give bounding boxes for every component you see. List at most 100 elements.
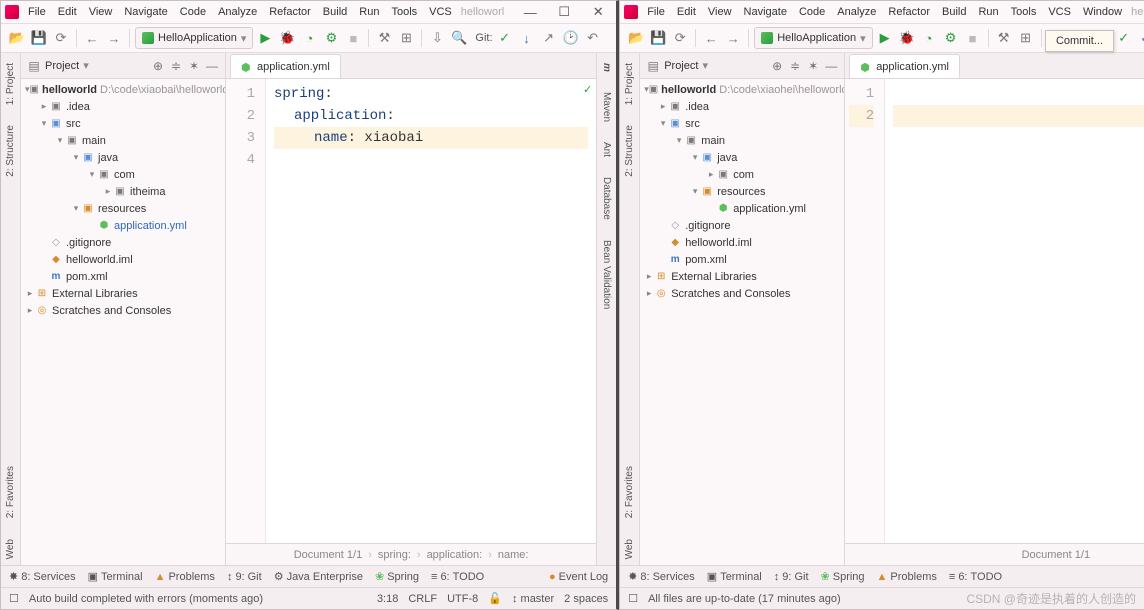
run-config-selector[interactable]: HelloApplication ▾ xyxy=(754,27,872,49)
menu-tools[interactable]: Tools xyxy=(388,5,420,19)
tree-com[interactable]: com xyxy=(733,169,754,181)
menu-code[interactable]: Code xyxy=(796,5,828,19)
analysis-ok-icon[interactable]: ✓ xyxy=(583,83,592,97)
cursor-pos[interactable]: 3:18 xyxy=(377,593,398,605)
encoding[interactable]: UTF-8 xyxy=(447,593,478,605)
menu-window[interactable]: Window xyxy=(1080,5,1125,19)
git-update-icon[interactable]: ↓ xyxy=(517,28,537,48)
menu-navigate[interactable]: Navigate xyxy=(741,5,790,19)
menu-analyze[interactable]: Analyze xyxy=(834,5,879,19)
git-pull-icon[interactable]: ⇩ xyxy=(427,28,447,48)
tab-favorites[interactable]: 2: Favorites xyxy=(622,460,637,524)
tree-iml[interactable]: helloworld.iml xyxy=(66,254,133,266)
open-icon[interactable]: 📂 xyxy=(626,28,646,48)
tw-git[interactable]: ↕ 9: Git xyxy=(774,571,809,583)
git-revert-icon[interactable]: ↶ xyxy=(583,28,603,48)
refresh-icon[interactable]: ⟳ xyxy=(51,28,71,48)
tree-scratches[interactable]: Scratches and Consoles xyxy=(671,288,790,300)
indent[interactable]: 2 spaces xyxy=(564,593,608,605)
locate-icon[interactable]: ⊕ xyxy=(770,59,784,73)
tab-maven-label[interactable]: Maven xyxy=(599,86,614,128)
maximize-button[interactable]: ☐ xyxy=(550,4,578,20)
run-config-selector[interactable]: HelloApplication ▾ xyxy=(135,27,253,49)
tree-src[interactable]: src xyxy=(685,118,700,130)
save-icon[interactable]: 💾 xyxy=(29,28,49,48)
struct-icon[interactable]: ⊞ xyxy=(396,28,416,48)
run-icon[interactable]: ▶ xyxy=(875,28,895,48)
menu-edit[interactable]: Edit xyxy=(674,5,699,19)
menu-run[interactable]: Run xyxy=(356,5,382,19)
tree-resources[interactable]: resources xyxy=(98,203,146,215)
tree-itheima[interactable]: itheima xyxy=(130,186,165,198)
debug-icon[interactable]: 🐞 xyxy=(897,28,917,48)
run-icon[interactable]: ▶ xyxy=(255,28,275,48)
build-icon[interactable]: ⚒ xyxy=(374,28,394,48)
project-tree[interactable]: ▾▣helloworld D:\code\xiaohei\helloworld … xyxy=(640,79,844,565)
tree-java[interactable]: java xyxy=(98,152,118,164)
forward-icon[interactable]: → xyxy=(104,28,124,48)
menu-edit[interactable]: Edit xyxy=(55,5,80,19)
debug-icon[interactable]: 🐞 xyxy=(277,28,297,48)
git-commit-icon[interactable]: ✓ xyxy=(495,28,515,48)
build-icon[interactable]: ⚒ xyxy=(994,28,1014,48)
project-pane-title[interactable]: Project xyxy=(45,60,79,72)
locate-icon[interactable]: ⊕ xyxy=(151,59,165,73)
tree-iml[interactable]: helloworld.iml xyxy=(685,237,752,249)
tree-main[interactable]: main xyxy=(701,135,725,147)
tw-spring[interactable]: ❀ Spring xyxy=(375,570,419,583)
forward-icon[interactable]: → xyxy=(723,28,743,48)
struct-icon[interactable]: ⊞ xyxy=(1016,28,1036,48)
menu-build[interactable]: Build xyxy=(939,5,969,19)
tab-application-yml[interactable]: ⬢ application.yml xyxy=(230,54,341,78)
menu-navigate[interactable]: Navigate xyxy=(121,5,170,19)
menu-tools[interactable]: Tools xyxy=(1008,5,1040,19)
menu-refactor[interactable]: Refactor xyxy=(885,5,933,19)
profile-icon[interactable]: ⚙ xyxy=(941,28,961,48)
expand-icon[interactable]: ≑ xyxy=(169,59,183,73)
project-tree[interactable]: ▾▣helloworld D:\code\xiaobai\helloworld … xyxy=(21,79,225,565)
coverage-icon[interactable]: ◔ xyxy=(919,28,939,48)
back-icon[interactable]: ← xyxy=(82,28,102,48)
menu-vcs[interactable]: VCS xyxy=(426,5,455,19)
tab-database[interactable]: Database xyxy=(599,171,614,226)
stop-icon[interactable]: ■ xyxy=(343,28,363,48)
tab-web[interactable]: Web xyxy=(3,533,18,565)
tab-beanval[interactable]: Bean Validation xyxy=(599,234,614,315)
tree-gitignore[interactable]: .gitignore xyxy=(66,237,111,249)
tw-eventlog[interactable]: ● Event Log xyxy=(549,571,608,583)
tw-terminal[interactable]: ▣ Terminal xyxy=(88,570,143,583)
tw-spring[interactable]: ❀ Spring xyxy=(821,570,865,583)
menu-run[interactable]: Run xyxy=(975,5,1001,19)
gear-icon[interactable]: ✶ xyxy=(806,59,820,73)
tw-services[interactable]: ✸ 8: Services xyxy=(9,570,76,583)
expand-icon[interactable]: ≑ xyxy=(788,59,802,73)
stop-icon[interactable]: ■ xyxy=(963,28,983,48)
tree-com[interactable]: com xyxy=(114,169,135,181)
coverage-icon[interactable]: ◔ xyxy=(299,28,319,48)
git-branch[interactable]: ↕ master xyxy=(512,593,554,605)
menu-view[interactable]: View xyxy=(86,5,116,19)
search-icon[interactable]: 🔍 xyxy=(449,28,469,48)
hide-icon[interactable]: — xyxy=(824,59,838,73)
save-icon[interactable]: 💾 xyxy=(648,28,668,48)
tree-scratches[interactable]: Scratches and Consoles xyxy=(52,305,171,317)
tree-idea[interactable]: .idea xyxy=(66,101,90,113)
back-icon[interactable]: ← xyxy=(701,28,721,48)
menu-vcs[interactable]: VCS xyxy=(1045,5,1074,19)
tw-terminal[interactable]: ▣ Terminal xyxy=(707,570,762,583)
profile-icon[interactable]: ⚙ xyxy=(321,28,341,48)
editor-content[interactable]: spring: application: name: xiaobai xyxy=(266,79,596,543)
tw-git[interactable]: ↕ 9: Git xyxy=(227,571,262,583)
tree-gitignore[interactable]: .gitignore xyxy=(685,220,730,232)
tree-resources[interactable]: resources xyxy=(717,186,765,198)
tree-pom[interactable]: pom.xml xyxy=(685,254,727,266)
tree-idea[interactable]: .idea xyxy=(685,101,709,113)
git-commit-icon[interactable]: ✓ xyxy=(1114,28,1134,48)
git-update-icon[interactable]: ✓ xyxy=(1136,28,1144,48)
editor-content[interactable] xyxy=(885,79,1144,543)
tab-favorites[interactable]: 2: Favorites xyxy=(3,460,18,524)
tree-java[interactable]: java xyxy=(717,152,737,164)
tab-structure[interactable]: 2: Structure xyxy=(622,119,637,183)
tab-project[interactable]: 1: Project xyxy=(3,57,18,111)
tw-javaent[interactable]: ⚙ Java Enterprise xyxy=(274,570,363,583)
